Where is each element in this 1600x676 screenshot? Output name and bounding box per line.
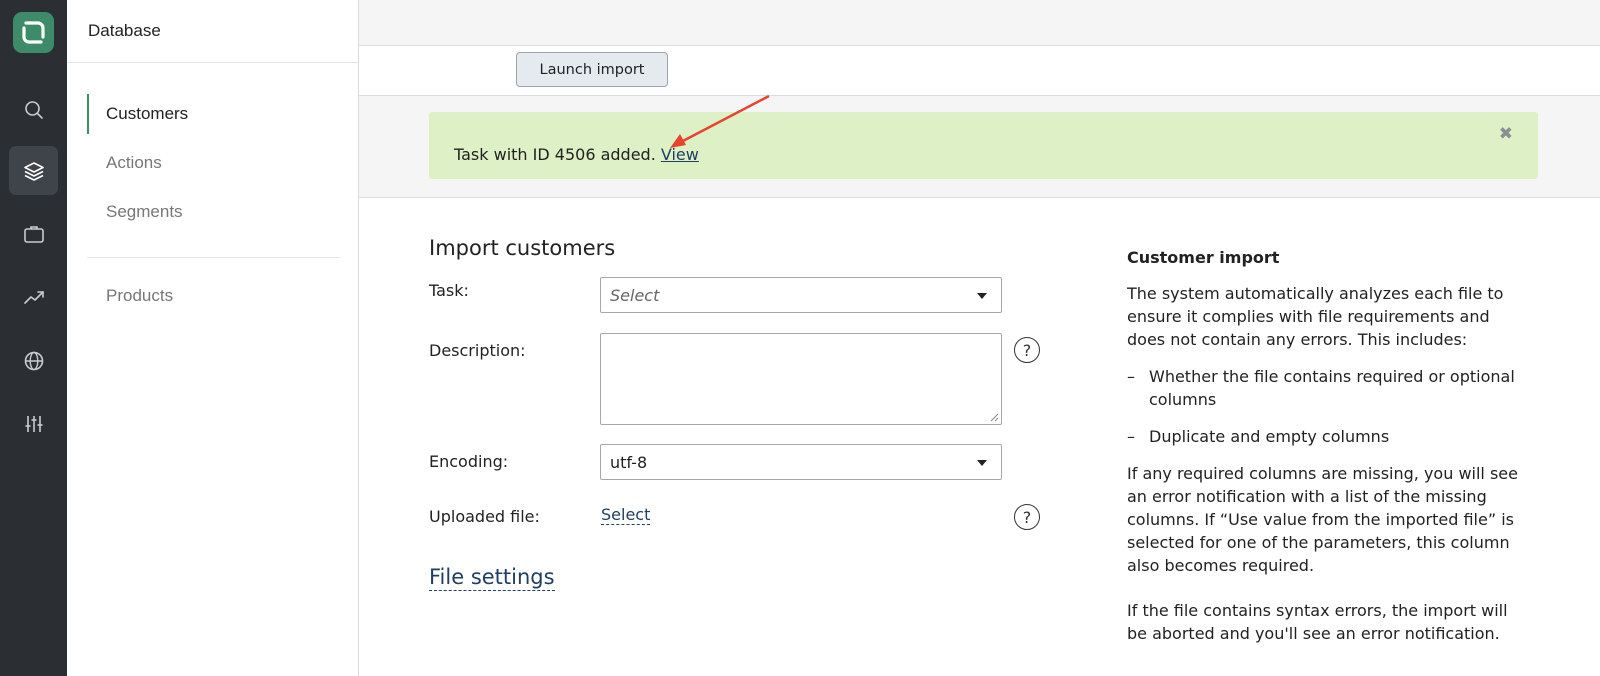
rail-database[interactable] [9, 146, 58, 195]
encoding-label: Encoding: [429, 452, 509, 471]
task-select[interactable]: Select [600, 277, 1002, 313]
close-icon[interactable]: ✖ [1499, 124, 1513, 144]
form-title: Import customers [429, 236, 616, 260]
globe-icon [24, 351, 43, 370]
help-list: – Whether the file contains required or o… [1127, 365, 1527, 448]
briefcase-icon [23, 225, 44, 243]
help-list-item: – Whether the file contains required or o… [1127, 365, 1527, 411]
description-textarea[interactable] [600, 333, 1002, 425]
launch-import-button[interactable]: Launch import [516, 52, 668, 87]
search-icon [24, 100, 43, 119]
view-task-link[interactable]: View [661, 145, 699, 164]
file-help-icon[interactable]: ? [1014, 504, 1040, 530]
sidebar-item-segments[interactable]: Segments [87, 192, 337, 232]
help-list-text: Whether the file contains required or op… [1149, 367, 1515, 409]
rail-search[interactable] [9, 85, 58, 134]
sidebar-item-actions[interactable]: Actions [87, 143, 337, 183]
task-select-placeholder: Select [610, 285, 660, 305]
help-intro: The system automatically analyzes each f… [1127, 284, 1504, 349]
description-help-icon[interactable]: ? [1014, 337, 1040, 363]
help-panel: Customer import The system automatically… [1127, 246, 1527, 659]
select-file-link[interactable]: Select [601, 506, 651, 525]
file-settings-link[interactable]: File settings [429, 565, 555, 591]
trending-up-icon [23, 290, 44, 304]
notice-area: Task with ID 4506 added. View ✖ [359, 96, 1600, 198]
rail-globe[interactable] [9, 336, 58, 385]
uploaded-file-label: Uploaded file: [429, 507, 540, 526]
rail-briefcase[interactable] [9, 209, 58, 258]
description-label: Description: [429, 341, 526, 360]
sidebar-item-customers[interactable]: Customers [87, 94, 337, 134]
sidebar-item-products[interactable]: Products [87, 276, 337, 316]
resize-handle-icon[interactable] [990, 413, 999, 422]
layers-icon [23, 161, 44, 181]
help-paragraph-missing-columns: If any required columns are missing, you… [1127, 464, 1518, 575]
dash-bullet: – [1127, 427, 1135, 446]
toolbar: Launch import [359, 46, 1600, 96]
app-logo[interactable] [13, 12, 54, 53]
logo-icon [22, 21, 45, 44]
sidebar-title: Database [88, 21, 161, 40]
database-sidebar: Database Customers Actions Segments Prod… [67, 0, 359, 676]
sliders-icon [25, 415, 42, 432]
dash-bullet: – [1127, 367, 1135, 386]
task-label: Task: [429, 281, 469, 300]
sidebar-divider [87, 257, 340, 258]
sidebar-header-divider [67, 62, 358, 63]
main-content: Launch import Task with ID 4506 added. V… [359, 0, 1600, 676]
top-bar [359, 0, 1600, 46]
chevron-down-icon [977, 293, 987, 299]
encoding-select-value: utf-8 [610, 452, 648, 472]
encoding-select[interactable]: utf-8 [600, 444, 1002, 480]
help-list-text: Duplicate and empty columns [1149, 427, 1390, 446]
help-list-item: – Duplicate and empty columns [1127, 425, 1527, 448]
help-paragraph-syntax-errors: If the file contains syntax errors, the … [1127, 601, 1508, 643]
success-notice: Task with ID 4506 added. View ✖ [429, 112, 1538, 179]
notice-text: Task with ID 4506 added. [454, 145, 661, 164]
rail-analytics[interactable] [9, 272, 58, 321]
help-title: Customer import [1127, 248, 1280, 267]
rail-settings[interactable] [9, 399, 58, 448]
notice-message: Task with ID 4506 added. View [454, 145, 699, 164]
chevron-down-icon [977, 460, 987, 466]
icon-rail [0, 0, 67, 676]
